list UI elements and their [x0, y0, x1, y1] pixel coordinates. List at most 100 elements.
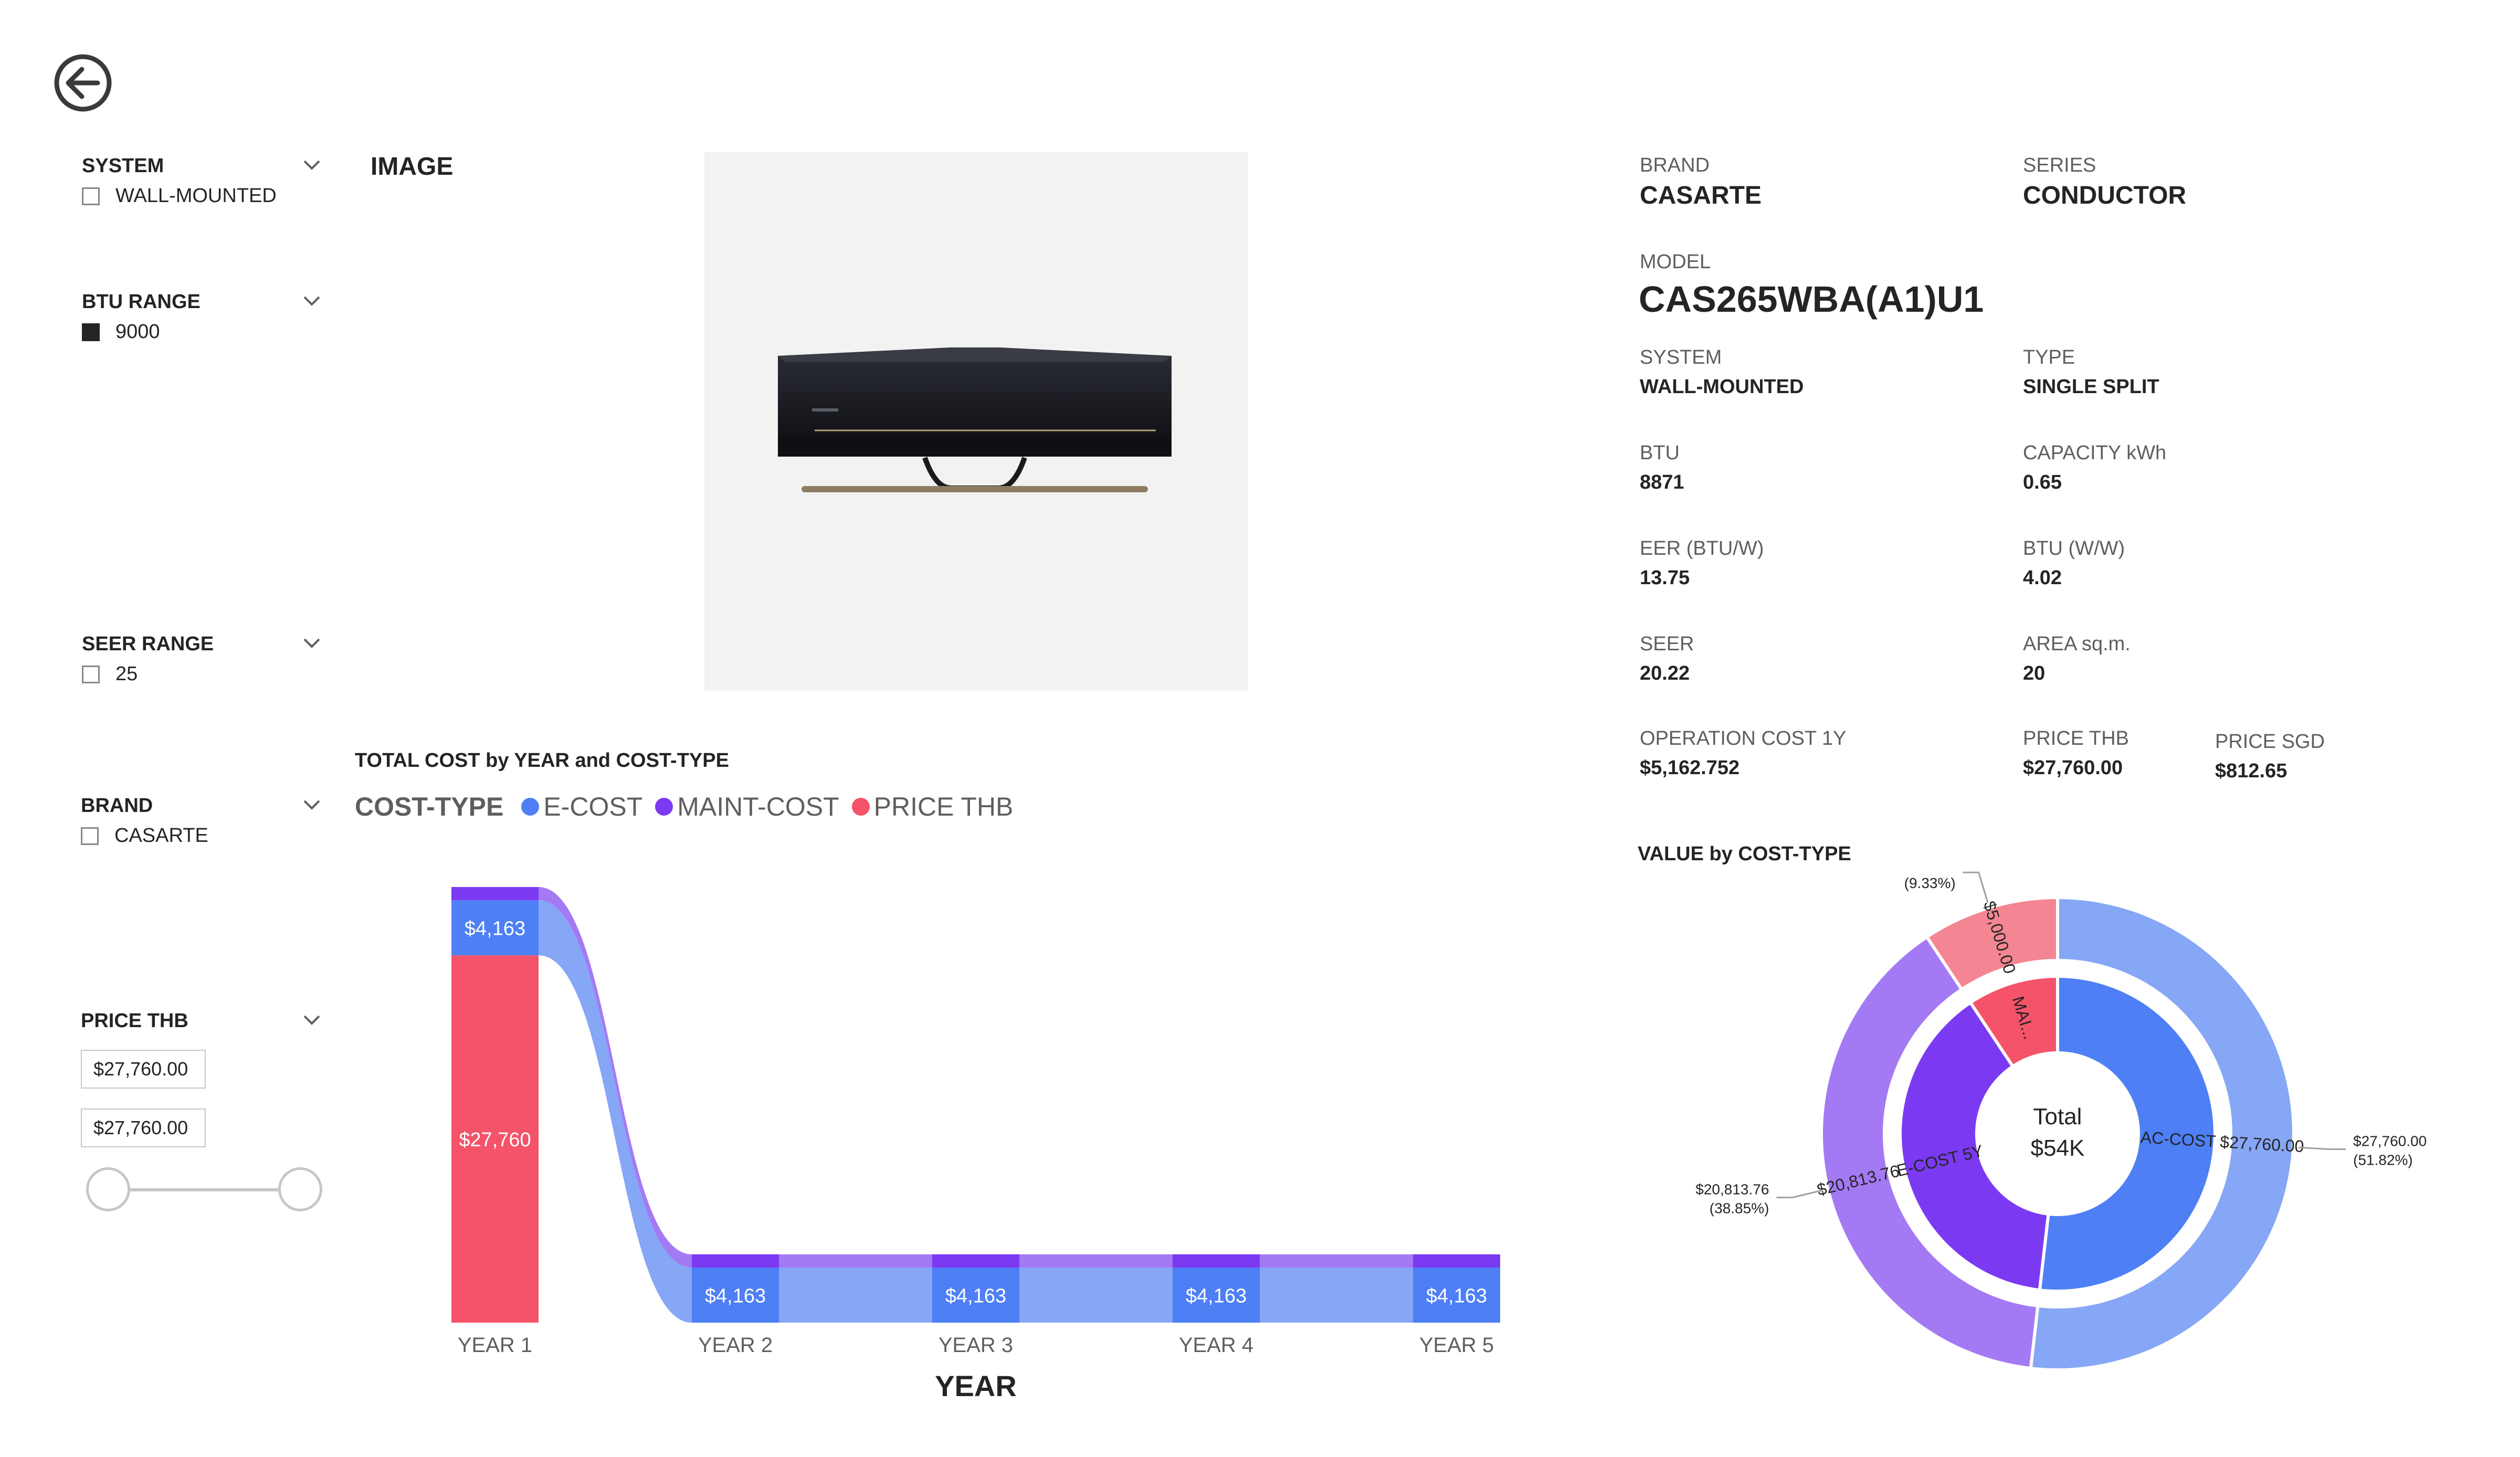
seer-label: SEER — [1640, 633, 1694, 655]
price-slider-min-handle[interactable] — [86, 1167, 130, 1211]
legend-dot — [521, 798, 540, 816]
ribbon-maint-cost — [779, 1254, 932, 1268]
legend-label: E-COST — [543, 792, 643, 821]
btu-range-slicer: BTU RANGE 9000 — [82, 291, 323, 343]
data-label: $27,760 — [459, 1129, 531, 1151]
price-slider-track[interactable] — [108, 1188, 302, 1191]
model-value: CAS265WBA(A1)U1 — [1639, 279, 1984, 320]
donut-center-value: $54K — [2031, 1135, 2085, 1161]
callout-line — [2298, 1146, 2346, 1150]
price-thb-value: $27,760.00 — [2023, 757, 2123, 779]
slicer-option-label: 9000 — [115, 321, 160, 343]
brand-label: BRAND — [1640, 154, 1710, 176]
legend-dot — [655, 798, 673, 816]
cost-chart-legend: COST-TYPE E-COST MAINT-COST PRICE THB — [355, 791, 1013, 822]
slicer-option-label: 25 — [115, 663, 138, 685]
callout-percent: (38.85%) — [1710, 1200, 1769, 1217]
legend-item-price-thb[interactable]: PRICE THB — [851, 791, 1014, 822]
x-tick-label: YEAR 1 — [458, 1334, 532, 1357]
brand-slicer: BRAND CASARTE — [81, 795, 323, 847]
slicer-option[interactable]: 25 — [82, 663, 323, 685]
price-max-input[interactable]: $27,760.00 — [81, 1108, 206, 1147]
back-arrow-icon[interactable] — [52, 52, 113, 113]
area-label: AREA sq.m. — [2023, 633, 2131, 655]
bar-maint-cost[interactable] — [692, 1254, 779, 1268]
operation-cost-label: OPERATION COST 1Y — [1640, 727, 1847, 749]
slicer-option-label: WALL-MOUNTED — [115, 185, 277, 207]
btuw-value: 4.02 — [2023, 567, 2062, 589]
callout-line — [1963, 871, 1989, 903]
chevron-down-icon[interactable] — [301, 155, 322, 176]
slicer-title: PRICE THB — [81, 1010, 188, 1032]
ribbon-e-cost — [779, 1268, 932, 1323]
eer-label: EER (BTU/W) — [1640, 537, 1764, 559]
checkbox[interactable] — [82, 323, 100, 341]
ribbon-e-cost — [1260, 1268, 1413, 1323]
system-value: WALL-MOUNTED — [1640, 376, 1804, 398]
slicer-title: SYSTEM — [82, 155, 164, 177]
capacity-label: CAPACITY kWh — [2023, 442, 2167, 464]
area-value: 20 — [2023, 662, 2045, 684]
btuw-label: BTU (W/W) — [2023, 537, 2125, 559]
slicer-title: BRAND — [81, 795, 153, 817]
price-thb-label: PRICE THB — [2023, 727, 2129, 749]
type-label: TYPE — [2023, 346, 2075, 368]
capacity-value: 0.65 — [2023, 471, 2062, 493]
legend-label: PRICE THB — [873, 792, 1014, 821]
price-slider-max-handle[interactable] — [278, 1167, 322, 1211]
bar-maint-cost[interactable] — [932, 1254, 1019, 1268]
brand-value: CASARTE — [1640, 182, 1762, 209]
legend-dot — [851, 798, 870, 816]
btu-label: BTU — [1640, 442, 1680, 464]
price-sgd-label: PRICE SGD — [2215, 731, 2325, 753]
callout-percent: (9.33%) — [1904, 875, 1956, 891]
legend-item-maint-cost[interactable]: MAINT-COST — [655, 791, 839, 822]
x-tick-label: YEAR 5 — [1419, 1334, 1494, 1357]
x-tick-label: YEAR 2 — [698, 1334, 773, 1357]
checkbox[interactable] — [82, 665, 100, 683]
bar-maint-cost[interactable] — [1413, 1254, 1500, 1268]
x-tick-label: YEAR 4 — [1179, 1334, 1253, 1357]
system-label: SYSTEM — [1640, 346, 1722, 368]
chevron-down-icon[interactable] — [301, 1010, 322, 1031]
system-slicer: SYSTEM WALL-MOUNTED — [82, 155, 323, 207]
bar-maint-cost[interactable] — [451, 887, 539, 901]
product-image — [704, 152, 1248, 691]
ribbon-e-cost — [539, 900, 692, 1323]
legend-label: MAINT-COST — [677, 792, 839, 821]
ribbon-e-cost — [1019, 1268, 1173, 1323]
ribbon-maint-cost — [1260, 1254, 1413, 1268]
legend-item-e-cost[interactable]: E-COST — [521, 791, 642, 822]
price-min-input[interactable]: $27,760.00 — [81, 1050, 206, 1089]
price-sgd-value: $812.65 — [2215, 760, 2287, 782]
checkbox[interactable] — [82, 187, 100, 205]
data-label: $4,163 — [705, 1285, 766, 1307]
bar-maint-cost[interactable] — [1173, 1254, 1260, 1268]
data-label: $4,163 — [945, 1285, 1006, 1307]
ribbon-maint-cost — [1019, 1254, 1173, 1268]
chevron-down-icon[interactable] — [301, 291, 322, 312]
cost-chart-title: TOTAL COST by YEAR and COST-TYPE — [355, 749, 729, 772]
price-thb-slicer: PRICE THB $27,760.00 $27,760.00 — [81, 1010, 333, 1220]
donut-center-label: Total — [2033, 1104, 2082, 1129]
data-label: $4,163 — [1186, 1285, 1247, 1307]
data-label: $4,163 — [465, 918, 525, 940]
chevron-down-icon[interactable] — [301, 633, 322, 654]
checkbox[interactable] — [81, 827, 99, 845]
slicer-option[interactable]: CASARTE — [81, 825, 323, 847]
cost-ribbon-chart: YEAR 1 YEAR 2 YEAR 3 YEAR 4 YEAR 5 $4,163 $27,… — [451, 887, 1500, 1402]
air-conditioner-icon — [778, 347, 1172, 492]
callout-line — [1776, 1189, 1823, 1199]
slicer-title: BTU RANGE — [82, 291, 201, 313]
slicer-option-label: CASARTE — [114, 825, 208, 847]
series-label: SERIES — [2023, 154, 2096, 176]
model-label: MODEL — [1640, 251, 1711, 273]
value-donut-chart: $27,760.00$20,813.76$5,000.00AC-COSTE-CO… — [1695, 871, 2427, 1371]
x-axis-title: YEAR — [935, 1369, 1017, 1402]
slicer-option[interactable]: WALL-MOUNTED — [82, 185, 323, 207]
chevron-down-icon[interactable] — [301, 795, 322, 816]
seer-range-slicer: SEER RANGE 25 — [82, 633, 323, 685]
operation-cost-value: $5,162.752 — [1640, 757, 1740, 779]
slicer-option[interactable]: 9000 — [82, 321, 323, 343]
callout-value: $27,760.00 — [2353, 1133, 2427, 1149]
